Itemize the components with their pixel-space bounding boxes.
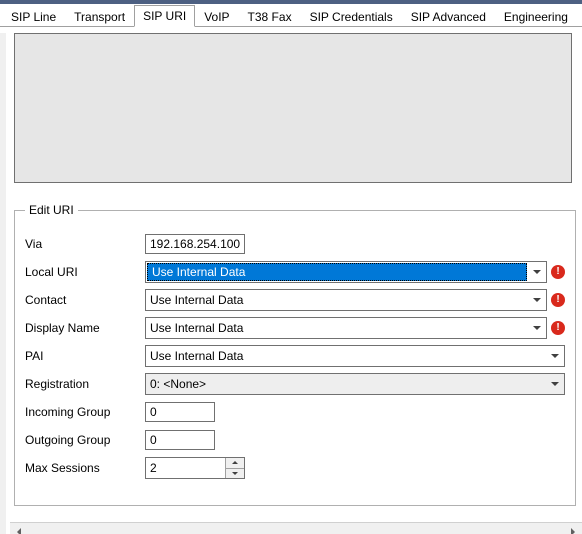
local-uri-combo[interactable]: Use Internal Data [145, 261, 547, 283]
error-icon: ! [551, 293, 565, 307]
registration-combo[interactable]: 0: <None> [145, 373, 565, 395]
tab-strip: SIP Line Transport SIP URI VoIP T38 Fax … [0, 4, 582, 27]
registration-value: 0: <None> [146, 374, 546, 394]
registration-label: Registration [25, 377, 145, 391]
max-sessions-label: Max Sessions [25, 461, 145, 475]
config-window: SIP Line Transport SIP URI VoIP T38 Fax … [0, 0, 582, 534]
registration-drop-button[interactable] [546, 374, 564, 394]
chevron-down-icon [551, 382, 559, 386]
pai-combo[interactable]: Use Internal Data [145, 345, 565, 367]
chevron-left-icon [17, 528, 21, 534]
tab-sip-line[interactable]: SIP Line [2, 6, 65, 27]
contact-label: Contact [25, 293, 145, 307]
outgoing-group-label: Outgoing Group [25, 433, 145, 447]
local-uri-value: Use Internal Data [147, 263, 527, 281]
max-sessions-value[interactable]: 2 [146, 458, 225, 478]
outgoing-group-input[interactable] [145, 430, 215, 450]
tab-sip-advanced[interactable]: SIP Advanced [402, 6, 495, 27]
local-uri-label: Local URI [25, 265, 145, 279]
stepper-down-button[interactable] [226, 468, 244, 479]
horizontal-scrollbar[interactable] [10, 522, 582, 534]
contact-combo[interactable]: Use Internal Data [145, 289, 547, 311]
contact-drop-button[interactable] [528, 290, 546, 310]
tab-sip-credentials[interactable]: SIP Credentials [301, 6, 402, 27]
pai-value: Use Internal Data [146, 346, 546, 366]
chevron-down-icon [533, 270, 541, 274]
via-label: Via [25, 237, 145, 251]
tab-sip-uri[interactable]: SIP URI [134, 5, 195, 27]
error-icon: ! [551, 265, 565, 279]
chevron-down-icon [533, 298, 541, 302]
tab-voip[interactable]: VoIP [195, 6, 238, 27]
max-sessions-stepper[interactable]: 2 [145, 457, 245, 479]
edit-uri-group: Edit URI Via Local URI Use Internal Data… [14, 203, 576, 506]
chevron-right-icon [571, 528, 575, 534]
display-name-combo[interactable]: Use Internal Data [145, 317, 547, 339]
chevron-down-icon [533, 326, 541, 330]
chevron-down-icon [551, 354, 559, 358]
stepper-up-button[interactable] [226, 458, 244, 468]
chevron-up-icon [232, 461, 238, 464]
left-rail [0, 33, 6, 534]
scroll-left-button[interactable] [10, 523, 28, 534]
contact-value: Use Internal Data [146, 290, 528, 310]
pai-label: PAI [25, 349, 145, 363]
uri-list-panel[interactable] [14, 33, 572, 183]
tab-content: Edit URI Via Local URI Use Internal Data… [0, 33, 582, 534]
incoming-group-label: Incoming Group [25, 405, 145, 419]
error-icon: ! [551, 321, 565, 335]
stepper-buttons [225, 458, 244, 478]
tab-transport[interactable]: Transport [65, 6, 134, 27]
display-name-label: Display Name [25, 321, 145, 335]
scroll-track[interactable] [28, 523, 564, 534]
display-name-drop-button[interactable] [528, 318, 546, 338]
tab-t38-fax[interactable]: T38 Fax [239, 6, 301, 27]
incoming-group-input[interactable] [145, 402, 215, 422]
tab-engineering[interactable]: Engineering [495, 6, 577, 27]
edit-uri-legend: Edit URI [25, 203, 78, 217]
scroll-right-button[interactable] [564, 523, 582, 534]
local-uri-drop-button[interactable] [528, 262, 546, 282]
chevron-down-icon [232, 472, 238, 475]
pai-drop-button[interactable] [546, 346, 564, 366]
via-input[interactable] [145, 234, 245, 254]
display-name-value: Use Internal Data [146, 318, 528, 338]
